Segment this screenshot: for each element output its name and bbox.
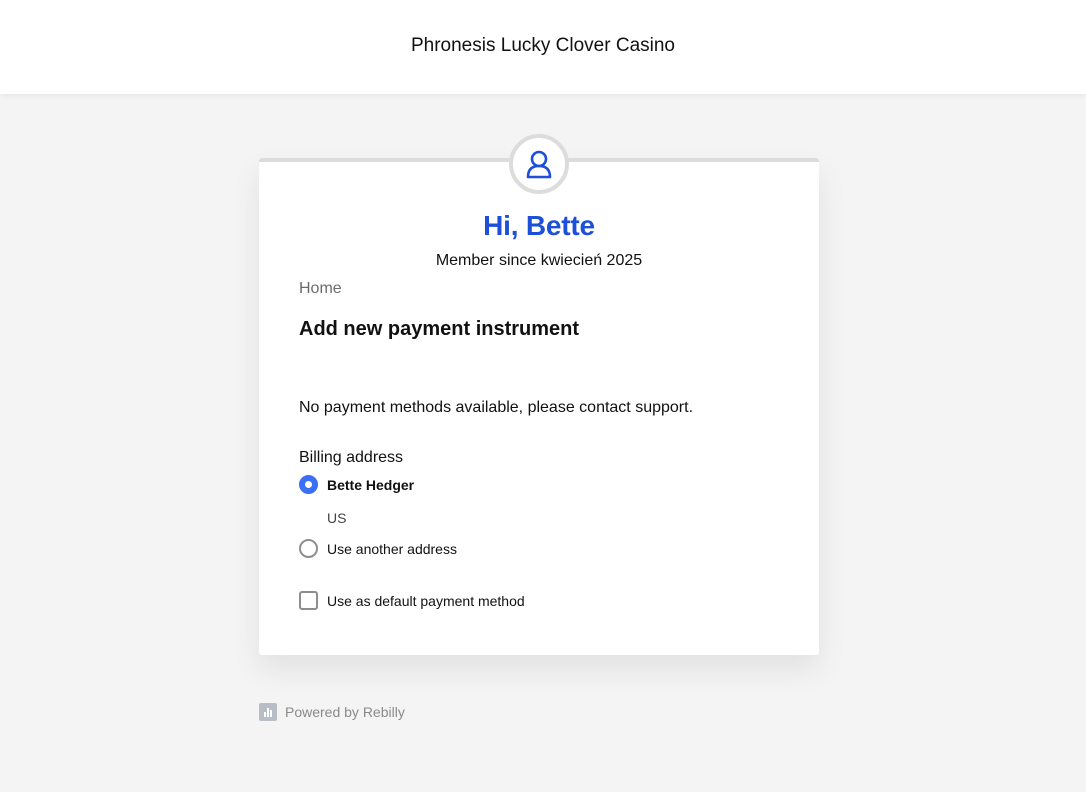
- member-since: Member since kwiecień 2025: [435, 252, 643, 269]
- powered-by-text[interactable]: Powered by Rebilly: [285, 704, 405, 720]
- no-payment-methods-notice: No payment methods available, please con…: [299, 399, 694, 416]
- site-title: Phronesis Lucky Clover Casino: [410, 35, 675, 56]
- default-payment-label: Use as default payment method: [327, 592, 525, 609]
- saved-address-country: US: [327, 510, 347, 526]
- radio-another-address[interactable]: [299, 539, 318, 558]
- saved-address-name: Bette Hedger: [327, 476, 415, 493]
- greeting: Hi, Bette: [483, 210, 595, 241]
- billing-option-saved-address[interactable]: Bette Hedger: [299, 475, 414, 494]
- billing-address-label: Billing address: [299, 449, 404, 466]
- powered-by-footer: Powered by Rebilly: [259, 703, 405, 721]
- rebilly-logo-icon: [259, 703, 277, 721]
- top-bar: Phronesis Lucky Clover Casino: [0, 0, 1086, 94]
- another-address-label: Use another address: [327, 540, 457, 557]
- default-payment-option[interactable]: Use as default payment method: [299, 591, 525, 610]
- page-title: Add new payment instrument: [299, 318, 580, 340]
- avatar: [509, 134, 569, 194]
- default-payment-checkbox[interactable]: [299, 591, 318, 610]
- user-icon: [526, 150, 552, 179]
- account-card: Hi, Bette Member since kwiecień 2025 Hom…: [259, 134, 819, 655]
- billing-option-another-address[interactable]: Use another address: [299, 539, 457, 558]
- breadcrumb-home-link[interactable]: Home: [299, 280, 342, 298]
- radio-saved-address[interactable]: [299, 475, 318, 494]
